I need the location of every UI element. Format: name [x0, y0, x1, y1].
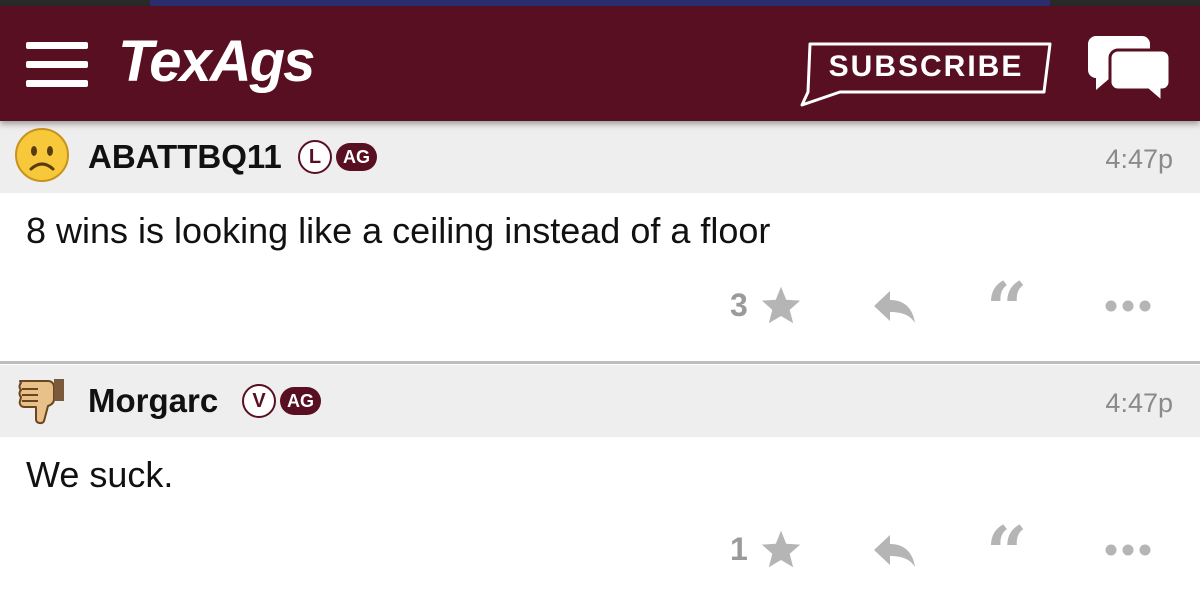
post-time: 4:47p — [1105, 144, 1173, 174]
post-actions: 1 “ — [0, 517, 1200, 589]
star-icon[interactable] — [760, 529, 802, 574]
post-item: ABATTBQ11 L AG 4:47p 8 wins is looking l… — [0, 121, 1200, 361]
post-username[interactable]: ABATTBQ11 — [88, 137, 282, 177]
star-icon[interactable] — [760, 285, 802, 330]
post-text: 8 wins is looking like a ceiling instead… — [26, 210, 771, 251]
more-options-icon[interactable] — [1104, 543, 1152, 562]
badge-ag: AG — [280, 387, 321, 415]
post-username[interactable]: Morgarc — [88, 381, 218, 421]
app-header: TexAgs SUBSCRIBE — [0, 6, 1200, 121]
post-item: Morgarc V AG 4:47p We suck. 1 “ — [0, 365, 1200, 603]
quote-icon[interactable]: “ — [986, 273, 1027, 345]
post-header: Morgarc V AG 4:47p — [0, 365, 1200, 437]
post-actions: 3 “ — [0, 273, 1200, 345]
badge-ag: AG — [336, 143, 377, 171]
post-text: We suck. — [26, 454, 174, 495]
badge-letter: L — [298, 140, 332, 174]
chat-bubbles-icon[interactable] — [1088, 36, 1172, 106]
post-time: 4:47p — [1105, 388, 1173, 418]
quote-icon[interactable]: “ — [986, 517, 1027, 589]
subscribe-button[interactable]: SUBSCRIBE — [800, 41, 1052, 107]
thumbs-down-icon[interactable] — [16, 375, 66, 425]
post-header: ABATTBQ11 L AG 4:47p — [0, 121, 1200, 193]
post-divider — [0, 361, 1200, 364]
badge-letter: V — [242, 384, 276, 418]
star-count: 3 — [730, 287, 748, 323]
texags-logo[interactable]: TexAgs — [118, 32, 315, 92]
reply-icon[interactable] — [872, 289, 916, 330]
reply-icon[interactable] — [872, 533, 916, 574]
star-count: 1 — [730, 531, 748, 567]
subscribe-label: SUBSCRIBE — [828, 50, 1024, 83]
hamburger-menu-icon[interactable] — [26, 42, 88, 88]
more-options-icon[interactable] — [1104, 299, 1152, 318]
sad-face-icon[interactable] — [14, 127, 70, 183]
